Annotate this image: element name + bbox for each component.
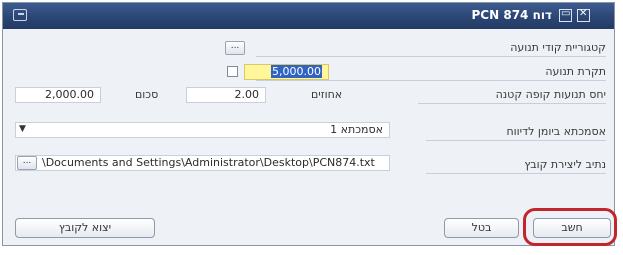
- row-divider: [256, 80, 606, 81]
- highlight-circle: [523, 208, 617, 246]
- dropdown-arrow-icon[interactable]: ▼: [19, 124, 26, 134]
- sum-field[interactable]: 2,000.00: [15, 87, 101, 103]
- period-label: תקרת תנועה: [545, 65, 606, 78]
- categories-label: קטגוריית קודי תנועה: [510, 41, 606, 54]
- window-menu-icon[interactable]: [13, 9, 27, 21]
- period-checkbox[interactable]: [227, 66, 238, 77]
- row-divider: [256, 56, 606, 57]
- sum-label: סכום: [135, 88, 159, 101]
- row-divider: [426, 173, 606, 174]
- browse-button[interactable]: ...: [17, 156, 37, 170]
- file-path-field[interactable]: \Documents and Settings\Administrator\De…: [15, 155, 390, 171]
- journal-dropdown-value: אסמכתא 1: [330, 123, 383, 136]
- journal-dropdown[interactable]: אסמכתא 1: [15, 122, 390, 138]
- percent-label: אחוזים: [311, 88, 343, 101]
- categories-select-button[interactable]: ...: [225, 41, 245, 55]
- period-amount-field[interactable]: 5,000.00: [244, 64, 329, 80]
- ratio-label: יחס תנועות קופה קטנה: [495, 88, 606, 101]
- export-to-file-button[interactable]: יצוא לקובץ: [15, 218, 155, 238]
- restore-icon: ▭: [561, 8, 571, 19]
- title-bar: דוח PCN 874 ▭ ✕: [3, 3, 614, 29]
- restore-button[interactable]: ▭: [559, 8, 572, 22]
- journal-label: אסמכתא ביומן לדיווח: [506, 125, 606, 138]
- pcn874-report-window: דוח PCN 874 ▭ ✕ קטגוריית קודי תנועה ... …: [2, 2, 615, 246]
- cancel-button[interactable]: בטל: [444, 218, 519, 238]
- window-title: דוח PCN 874: [471, 8, 552, 22]
- file-path-label: נתיב ליצירת קובץ: [524, 158, 606, 171]
- row-divider: [418, 103, 606, 104]
- row-divider: [426, 140, 606, 141]
- percent-field[interactable]: 2.00: [186, 87, 266, 103]
- close-icon: ✕: [579, 8, 588, 19]
- close-button[interactable]: ✕: [577, 8, 590, 22]
- period-amount-value: 5,000.00: [271, 65, 322, 78]
